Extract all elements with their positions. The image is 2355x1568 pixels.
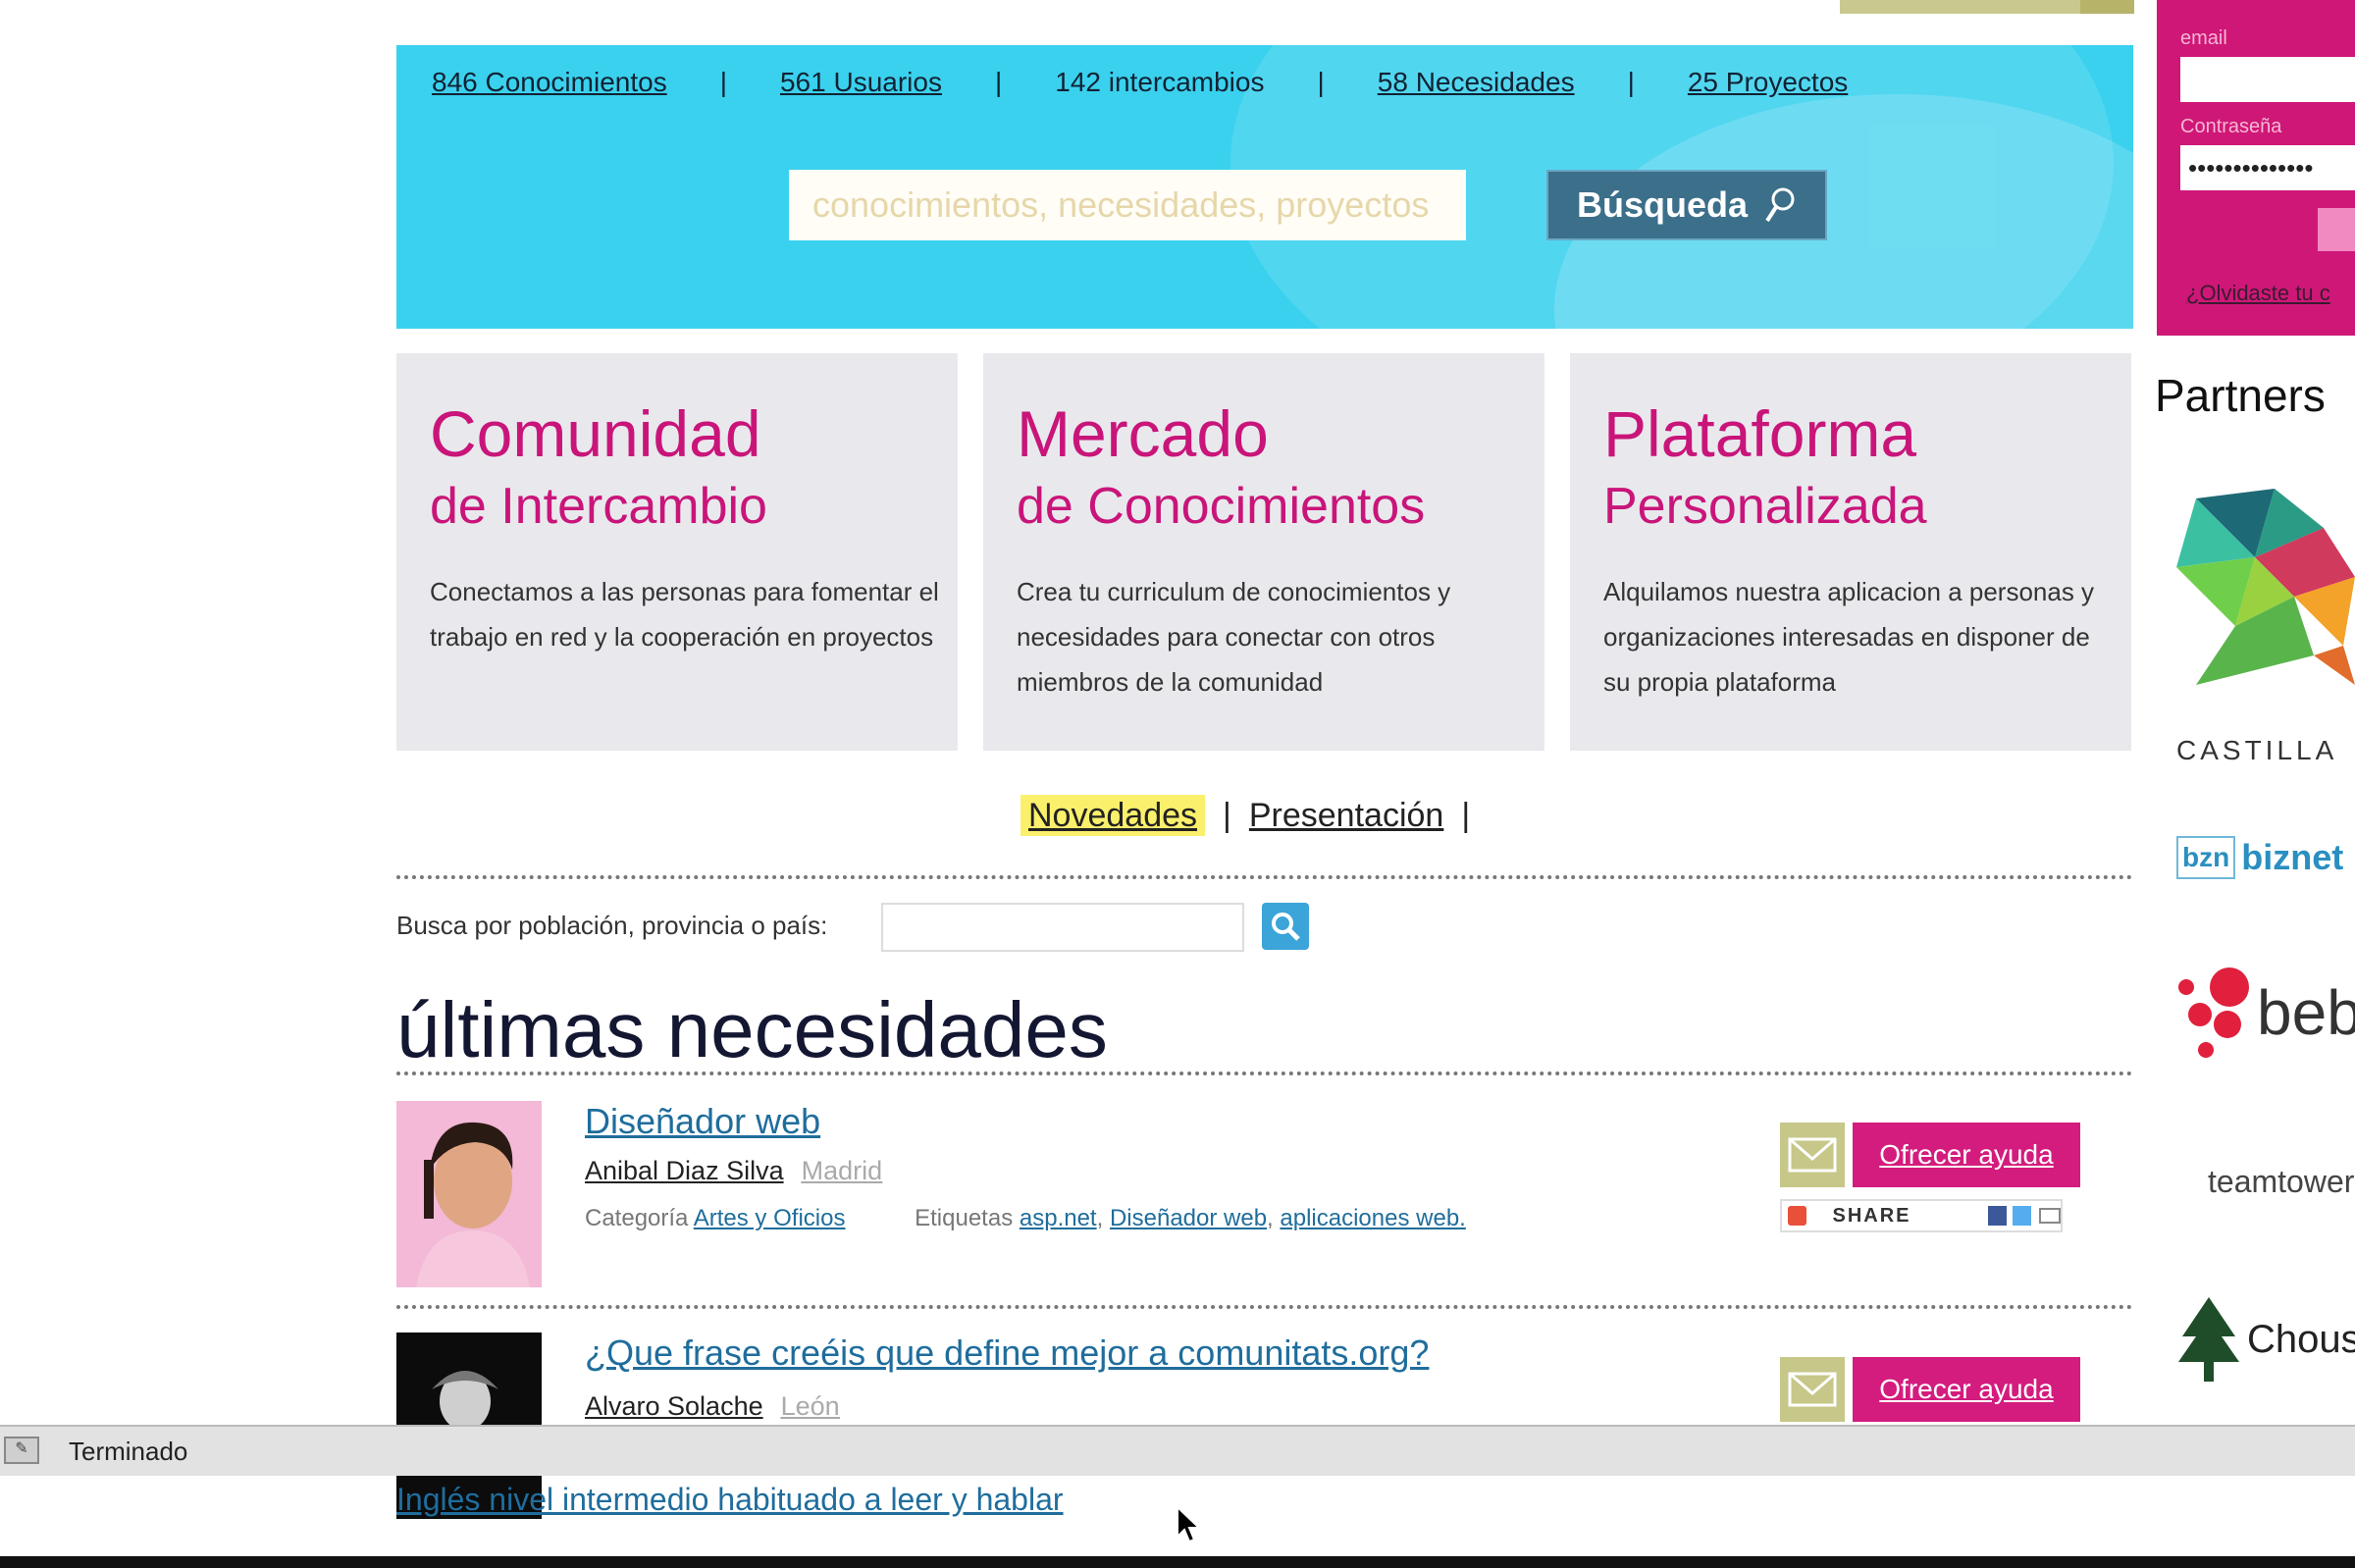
tree-icon bbox=[2178, 1297, 2239, 1382]
category-link[interactable]: Artes y Oficios bbox=[694, 1205, 846, 1231]
partner-teamtower-logo[interactable]: teamtower bbox=[2208, 1164, 2354, 1200]
mouse-cursor-icon bbox=[1176, 1504, 1202, 1549]
password-label: Contraseña bbox=[2180, 116, 2282, 137]
need-user: Alvaro Solache León bbox=[585, 1391, 840, 1422]
email-field[interactable] bbox=[2180, 57, 2355, 102]
send-message-button[interactable] bbox=[1780, 1123, 1845, 1187]
partner-name: beb bbox=[2257, 977, 2355, 1048]
need-title-link[interactable]: Diseñador web bbox=[585, 1101, 820, 1142]
need-location-link[interactable]: Madrid bbox=[802, 1156, 883, 1185]
status-text: Terminado bbox=[69, 1437, 188, 1466]
need-meta: Categoría Artes y Oficios Etiquetas asp.… bbox=[585, 1205, 1466, 1231]
user-photo-icon bbox=[396, 1101, 542, 1287]
need-user: Anibal Diaz Silva Madrid bbox=[585, 1156, 882, 1186]
partner-biznet-logo[interactable]: bzn biznet bbox=[2176, 836, 2343, 879]
content-tabs: Novedades | Presentación | bbox=[1020, 795, 1488, 836]
need-title-link[interactable]: ¿Que frase creéis que define mejor a com… bbox=[585, 1333, 1429, 1374]
send-message-button[interactable] bbox=[1780, 1357, 1845, 1422]
need-user-link[interactable]: Anibal Diaz Silva bbox=[585, 1156, 784, 1185]
offer-help-button[interactable]: Ofrecer ayuda bbox=[1853, 1357, 2080, 1422]
divider bbox=[396, 1071, 2133, 1075]
partner-chous-logo[interactable]: Chous bbox=[2176, 1297, 2355, 1382]
stat-usuarios-link[interactable]: 561 Usuarios bbox=[780, 67, 942, 97]
envelope-icon bbox=[1788, 1372, 1837, 1407]
feature-text: Alquilamos nuestra aplicacion a personas… bbox=[1603, 577, 2095, 697]
partner-name: CASTILLA bbox=[2176, 735, 2338, 765]
main-search-input[interactable] bbox=[789, 170, 1466, 240]
bottom-edge bbox=[0, 1556, 2355, 1568]
tab-novedades[interactable]: Novedades bbox=[1020, 795, 1206, 836]
stat-proyectos-link[interactable]: 25 Proyectos bbox=[1688, 67, 1848, 97]
password-field[interactable]: •••••••••••••• bbox=[2180, 145, 2355, 190]
share-label: SHARE bbox=[1832, 1204, 1911, 1227]
browser-status-bar: ✎ Terminado bbox=[0, 1425, 2355, 1476]
feature-subtitle: de Conocimientos bbox=[1017, 478, 1426, 535]
feature-title: Plataforma bbox=[1603, 397, 1917, 470]
partners-title: Partners bbox=[2155, 370, 2326, 421]
share-bar[interactable]: SHARE bbox=[1780, 1199, 2063, 1232]
feature-title: Mercado bbox=[1017, 397, 1269, 470]
addthis-icon bbox=[1788, 1206, 1807, 1226]
magnifier-icon bbox=[1765, 187, 1795, 223]
email-label: email bbox=[2180, 27, 2227, 49]
tag-link[interactable]: aplicaciones web. bbox=[1280, 1205, 1465, 1231]
partner-name: biznet bbox=[2241, 837, 2344, 877]
section-title: últimas necesidades bbox=[396, 986, 1108, 1073]
avatar[interactable] bbox=[396, 1101, 542, 1287]
stats-nav: 846 Conocimientos | 561 Usuarios | 142 inter… bbox=[432, 67, 1849, 97]
stat-necesidades-link[interactable]: 58 Necesidades bbox=[1378, 67, 1575, 97]
feature-plataforma: Plataforma Personalizada Alquilamos nues… bbox=[1570, 353, 2131, 751]
login-button[interactable] bbox=[2318, 208, 2355, 251]
offer-help-button[interactable]: Ofrecer ayuda bbox=[1853, 1123, 2080, 1187]
page-status-icon: ✎ bbox=[4, 1437, 39, 1464]
tag-link[interactable]: asp.net bbox=[1020, 1205, 1097, 1231]
search-button[interactable]: Búsqueda bbox=[1546, 170, 1827, 240]
forgot-password-link[interactable]: ¿Olvidaste tu c bbox=[2186, 281, 2330, 306]
bubbles-icon bbox=[2178, 967, 2249, 1058]
top-strip bbox=[1840, 0, 2134, 14]
email-share-icon[interactable] bbox=[2039, 1208, 2061, 1224]
login-panel: email Contraseña •••••••••••••• ¿Olvidas… bbox=[2157, 0, 2355, 336]
feature-text: Crea tu curriculum de conocimientos y ne… bbox=[1017, 577, 1451, 697]
stat-conocimientos-link[interactable]: 846 Conocimientos bbox=[432, 67, 667, 97]
partner-bebee-logo[interactable]: beb bbox=[2176, 964, 2355, 1062]
stats-banner: 846 Conocimientos | 561 Usuarios | 142 inter… bbox=[396, 45, 2133, 329]
location-search-label: Busca por población, provincia o país: bbox=[396, 911, 828, 940]
bzn-icon: bzn bbox=[2176, 836, 2236, 879]
envelope-icon bbox=[1788, 1137, 1837, 1173]
feature-subtitle: de Intercambio bbox=[430, 478, 767, 535]
need-title-link[interactable]: Inglés nivel intermedio habituado a leer… bbox=[396, 1482, 1064, 1518]
facebook-icon[interactable] bbox=[1987, 1206, 2007, 1226]
search-icon bbox=[1272, 913, 1300, 941]
partner-name: Chous bbox=[2247, 1317, 2355, 1361]
location-search-input[interactable] bbox=[881, 903, 1244, 952]
partner-castilla-logo[interactable]: CASTILLA bbox=[2176, 489, 2355, 766]
feature-text: Conectamos a las personas para fomentar … bbox=[430, 577, 939, 652]
feature-comunidad: Comunidad de Intercambio Conectamos a la… bbox=[396, 353, 958, 751]
divider bbox=[396, 875, 2133, 879]
tag-link[interactable]: Diseñador web bbox=[1110, 1205, 1267, 1231]
twitter-icon[interactable] bbox=[2012, 1206, 2032, 1226]
feature-title: Comunidad bbox=[430, 397, 761, 470]
search-button-label: Búsqueda bbox=[1576, 184, 1749, 225]
location-search-button[interactable] bbox=[1262, 903, 1309, 950]
feature-mercado: Mercado de Conocimientos Crea tu curricu… bbox=[983, 353, 1544, 751]
partner-name: teamtower bbox=[2208, 1164, 2355, 1199]
polygon-logo-icon bbox=[2176, 489, 2355, 685]
stat-intercambios: 142 intercambios bbox=[1055, 67, 1265, 97]
divider bbox=[396, 1305, 2133, 1309]
need-location-link[interactable]: León bbox=[781, 1391, 840, 1421]
need-user-link[interactable]: Alvaro Solache bbox=[585, 1391, 763, 1421]
tab-presentacion[interactable]: Presentación bbox=[1249, 797, 1443, 834]
feature-subtitle: Personalizada bbox=[1603, 478, 1927, 535]
